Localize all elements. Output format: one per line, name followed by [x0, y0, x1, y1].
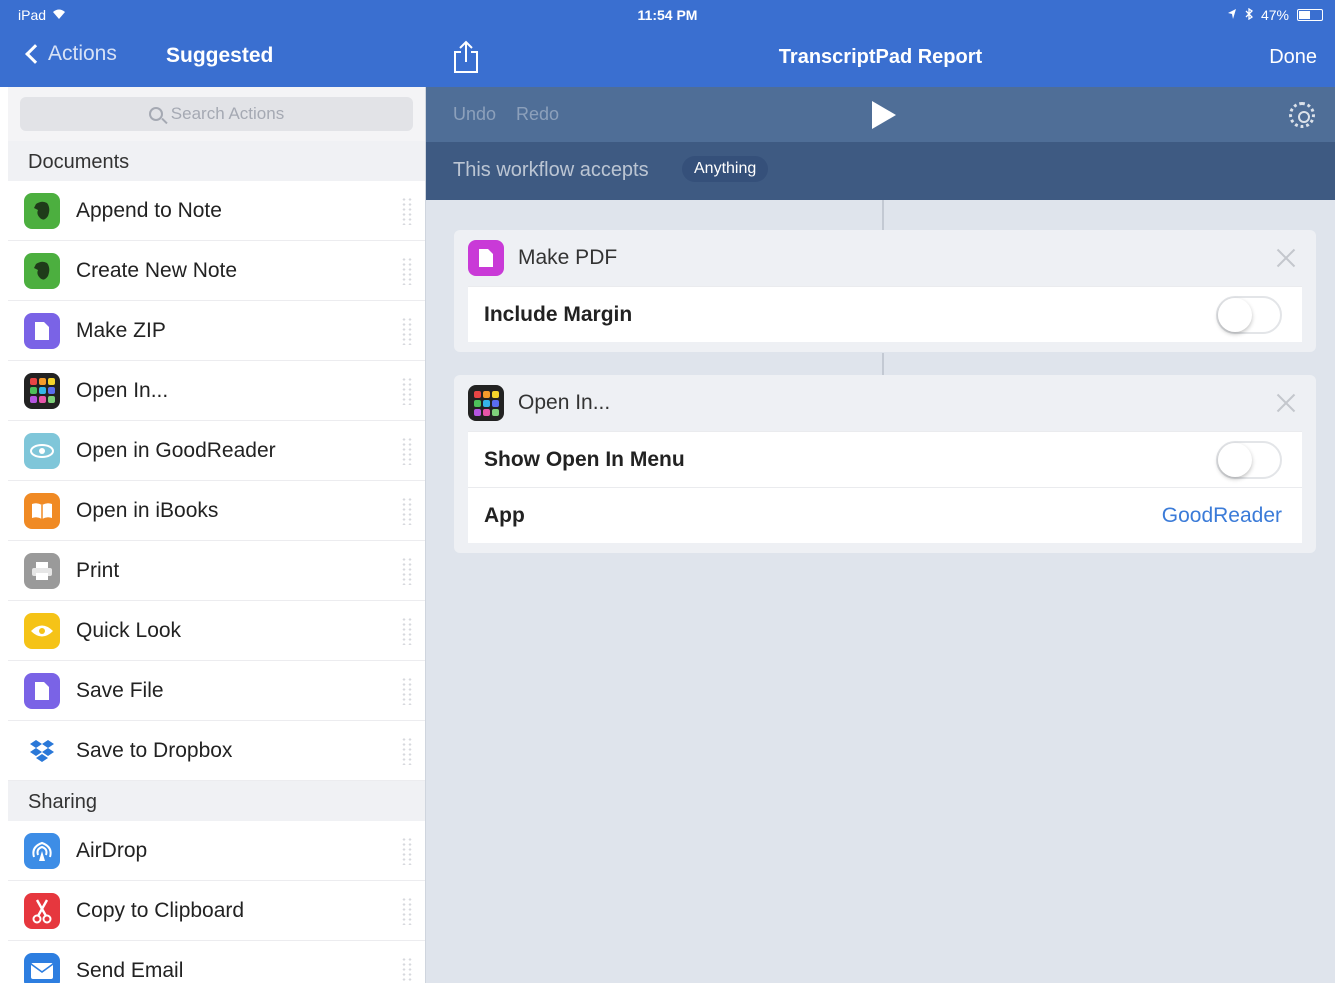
action-item-save-file[interactable]: Save File [8, 661, 425, 721]
drag-handle-icon[interactable] [401, 197, 413, 225]
document-icon [24, 672, 60, 709]
drag-handle-icon[interactable] [401, 377, 413, 405]
close-icon[interactable] [1274, 246, 1298, 270]
drag-handle-icon[interactable] [401, 957, 413, 983]
printer-icon [24, 552, 60, 589]
eye-icon [24, 612, 60, 649]
action-item-save-to-dropbox[interactable]: Save to Dropbox [8, 721, 425, 781]
workflow-accepts-bar: This workflow accepts Anything [426, 142, 1335, 200]
card-title: Open In... [518, 391, 611, 414]
action-card-open-in[interactable]: Open In... Show Open In Menu App GoodRea… [454, 375, 1316, 553]
app-row: App GoodReader [468, 487, 1302, 543]
app-picker-value[interactable]: GoodReader [1162, 504, 1282, 528]
battery-icon [1297, 9, 1323, 21]
status-time: 11:54 PM [637, 7, 698, 23]
action-item-send-email[interactable]: Send Email [8, 941, 425, 983]
location-icon [1227, 7, 1237, 23]
actions-sidebar: Search Actions Documents Append to Note … [8, 87, 426, 983]
play-icon[interactable] [872, 101, 896, 129]
redo-button[interactable]: Redo [516, 104, 559, 125]
airdrop-icon [24, 832, 60, 869]
action-item-create-new-note[interactable]: Create New Note [8, 241, 425, 301]
drag-handle-icon[interactable] [401, 437, 413, 465]
search-icon [148, 107, 163, 121]
show-open-in-menu-toggle[interactable] [1216, 440, 1282, 479]
dropbox-icon [24, 732, 60, 769]
drag-handle-icon[interactable] [401, 557, 413, 585]
card-title: Make PDF [518, 246, 618, 269]
action-item-open-in[interactable]: Open In... [8, 361, 425, 421]
action-item-append-to-note[interactable]: Append to Note [8, 181, 425, 241]
action-item-open-in-goodreader[interactable]: Open in GoodReader [8, 421, 425, 481]
done-button[interactable]: Done [1269, 46, 1317, 69]
document-icon [24, 312, 60, 349]
drag-handle-icon[interactable] [401, 837, 413, 865]
app-grid-icon [468, 385, 504, 421]
action-item-open-in-ibooks[interactable]: Open in iBooks [8, 481, 425, 541]
ibooks-icon [24, 492, 60, 529]
evernote-icon [24, 192, 60, 229]
drag-handle-icon[interactable] [401, 617, 413, 645]
section-header-sharing: Sharing [8, 781, 425, 821]
section-header-documents: Documents [8, 141, 425, 181]
pdf-document-icon [468, 240, 504, 276]
status-bar: iPad 11:54 PM 47% [0, 0, 1335, 32]
action-item-quick-look[interactable]: Quick Look [8, 601, 425, 661]
drag-handle-icon[interactable] [401, 497, 413, 525]
search-placeholder: Search Actions [170, 104, 285, 123]
workflow-connector [882, 353, 884, 375]
accepts-type-selector[interactable]: Anything [682, 156, 769, 182]
close-icon[interactable] [1274, 391, 1298, 415]
editor-toolbar: Undo Redo [426, 87, 1335, 142]
undo-button[interactable]: Undo [453, 104, 496, 125]
drag-handle-icon[interactable] [401, 257, 413, 285]
workflow-nav: TranscriptPad Report Done [426, 32, 1335, 87]
action-item-make-zip[interactable]: Make ZIP [8, 301, 425, 361]
drag-handle-icon[interactable] [401, 317, 413, 345]
gear-icon[interactable] [1289, 102, 1315, 128]
show-open-in-menu-row: Show Open In Menu [468, 431, 1302, 487]
back-button-label: Actions [48, 42, 117, 65]
workflow-title: TranscriptPad Report [778, 46, 983, 68]
scissors-icon [24, 892, 60, 929]
drag-handle-icon[interactable] [401, 677, 413, 705]
bluetooth-icon [1245, 7, 1253, 23]
app-label: App [484, 503, 525, 527]
accepts-label: This workflow accepts [453, 159, 649, 181]
sidebar-nav: Actions Suggested [0, 32, 426, 87]
battery-percent: 47% [1260, 7, 1289, 23]
evernote-icon [24, 252, 60, 289]
action-item-print[interactable]: Print [8, 541, 425, 601]
app-grid-icon [24, 372, 60, 409]
action-card-make-pdf[interactable]: Make PDF Include Margin [454, 230, 1316, 352]
drag-handle-icon[interactable] [401, 897, 413, 925]
mail-icon [24, 952, 60, 983]
show-open-in-menu-label: Show Open In Menu [484, 447, 685, 471]
drag-handle-icon[interactable] [401, 737, 413, 765]
chevron-left-icon [25, 44, 45, 64]
action-item-copy-to-clipboard[interactable]: Copy to Clipboard [8, 881, 425, 941]
workflow-editor: Undo Redo This workflow accepts Anything… [426, 87, 1335, 983]
search-input[interactable]: Search Actions [20, 97, 413, 131]
top-bar: iPad 11:54 PM 47% Actions Suggested Tran… [0, 0, 1335, 87]
goodreader-icon [24, 432, 60, 469]
workflow-connector [882, 200, 884, 230]
include-margin-toggle[interactable] [1216, 295, 1282, 334]
sidebar-title: Suggested [166, 44, 274, 67]
back-button[interactable]: Actions [22, 42, 117, 66]
include-margin-label: Include Margin [484, 302, 633, 326]
action-item-airdrop[interactable]: AirDrop [8, 821, 425, 881]
include-margin-row: Include Margin [468, 286, 1302, 342]
